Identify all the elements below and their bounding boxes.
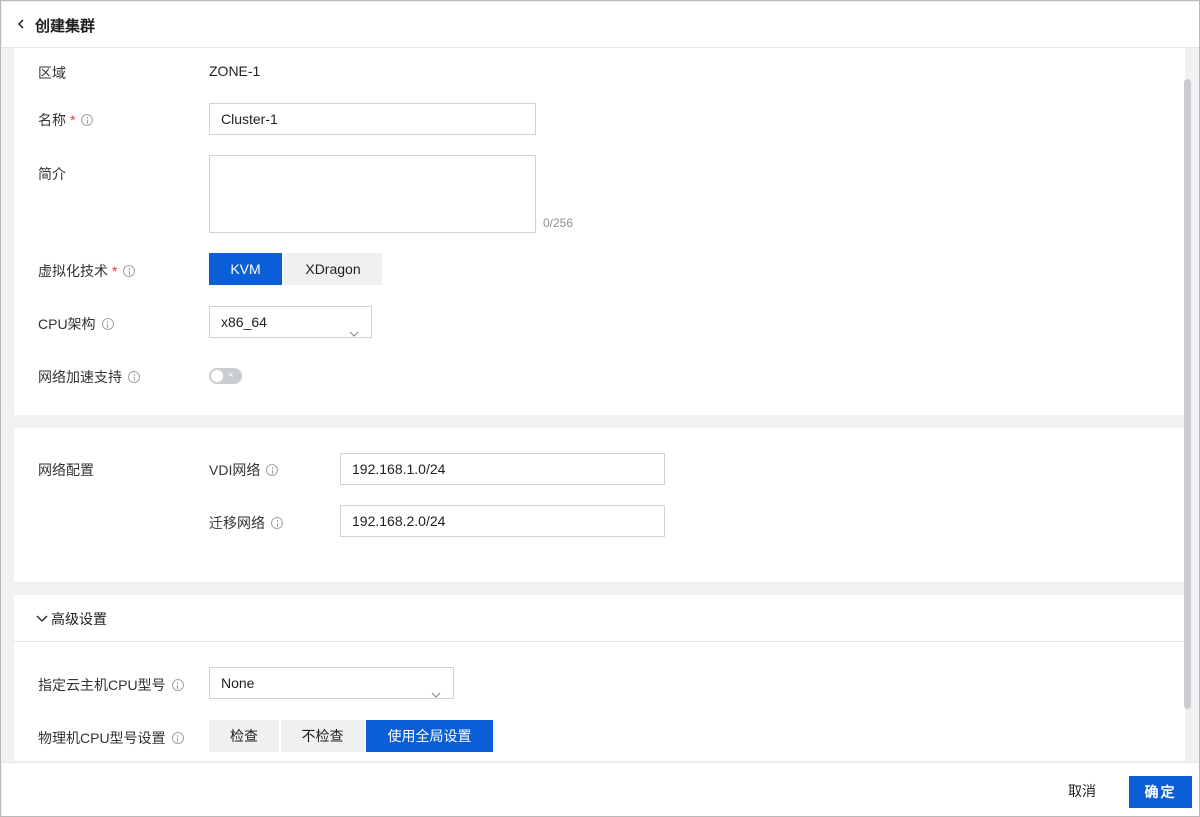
info-icon[interactable] — [266, 464, 279, 476]
virt-label-text: 虚拟化技术 — [38, 263, 108, 279]
footer: 取消 确定 — [2, 762, 1199, 816]
advanced-title: 高级设置 — [51, 611, 107, 627]
info-icon[interactable] — [81, 114, 94, 126]
host-cpu-label: 物理机CPU型号设置 — [38, 728, 184, 748]
host-cpu-option-check[interactable]: 检查 — [209, 720, 279, 752]
chevron-down-icon — [431, 679, 441, 698]
cancel-button[interactable]: 取消 — [1068, 781, 1096, 801]
desc-label: 简介 — [38, 166, 66, 182]
info-icon[interactable] — [271, 517, 283, 529]
vdi-label: VDI网络 — [209, 460, 279, 480]
window-frame: 创建集群 区域 ZONE-1 名称 * Cluster-1 简介 0/256 虚… — [0, 0, 1200, 817]
name-label-text: 名称 — [38, 112, 66, 128]
net-accel-label: 网络加速支持 — [38, 367, 140, 387]
scrollbar[interactable] — [1184, 79, 1191, 709]
advanced-card: 高级设置 指定云主机CPU型号 None 物理机CPU型号设置 检查 不检查 使… — [14, 595, 1185, 761]
cpu-arch-select[interactable]: x86_64 — [209, 306, 372, 338]
vdi-network-input[interactable]: 192.168.1.0/24 — [340, 453, 665, 485]
confirm-button[interactable]: 确定 — [1129, 776, 1192, 808]
network-card: 网络配置 VDI网络 192.168.1.0/24 迁移网络 192.168.2… — [14, 428, 1185, 582]
toggle-knob — [211, 370, 223, 382]
virt-option-kvm[interactable]: KVM — [209, 253, 282, 285]
migrate-label: 迁移网络 — [209, 513, 283, 533]
info-icon[interactable] — [101, 318, 114, 330]
advanced-toggle[interactable]: 高级设置 — [36, 609, 107, 629]
page-title: 创建集群 — [35, 18, 96, 35]
required-mark: * — [112, 263, 118, 279]
cpu-arch-value: x86_64 — [221, 314, 267, 330]
zone-label: 区域 — [38, 65, 66, 81]
desc-counter: 0/256 — [543, 216, 574, 230]
host-cpu-option-global[interactable]: 使用全局设置 — [366, 720, 493, 752]
virt-option-xdragon[interactable]: XDragon — [284, 253, 382, 285]
info-icon[interactable] — [171, 732, 184, 744]
net-accel-toggle[interactable]: × — [209, 368, 242, 384]
vdi-label-text: VDI网络 — [209, 462, 261, 478]
chevron-down-icon — [349, 318, 359, 337]
info-icon[interactable] — [171, 679, 184, 691]
required-mark: * — [70, 112, 76, 128]
host-cpu-label-text: 物理机CPU型号设置 — [38, 730, 166, 746]
desc-textarea[interactable] — [209, 155, 536, 233]
vm-cpu-model-value: None — [221, 675, 255, 691]
zone-value: ZONE-1 — [209, 63, 261, 79]
info-icon[interactable] — [128, 371, 140, 383]
name-label: 名称 * — [38, 110, 94, 130]
close-icon: × — [228, 370, 234, 381]
chevron-left-icon[interactable] — [16, 14, 30, 34]
vm-cpu-model-label: 指定云主机CPU型号 — [38, 675, 184, 695]
migrate-network-input[interactable]: 192.168.2.0/24 — [340, 505, 665, 537]
divider — [14, 641, 1185, 642]
net-accel-label-text: 网络加速支持 — [38, 369, 122, 385]
page-header: 创建集群 — [2, 2, 1199, 48]
vm-cpu-model-select[interactable]: None — [209, 667, 454, 699]
host-cpu-option-nocheck[interactable]: 不检查 — [281, 720, 364, 752]
basic-info-card: 区域 ZONE-1 名称 * Cluster-1 简介 0/256 虚拟化技术 … — [14, 48, 1185, 415]
network-section-label: 网络配置 — [38, 462, 94, 478]
name-input[interactable]: Cluster-1 — [209, 103, 536, 135]
cpu-arch-label-text: CPU架构 — [38, 316, 96, 332]
cpu-arch-label: CPU架构 — [38, 314, 114, 334]
vm-cpu-model-label-text: 指定云主机CPU型号 — [38, 677, 166, 693]
virt-label: 虚拟化技术 * — [38, 261, 136, 281]
info-icon[interactable] — [123, 265, 136, 277]
chevron-down-icon — [36, 615, 48, 622]
migrate-label-text: 迁移网络 — [209, 515, 265, 531]
